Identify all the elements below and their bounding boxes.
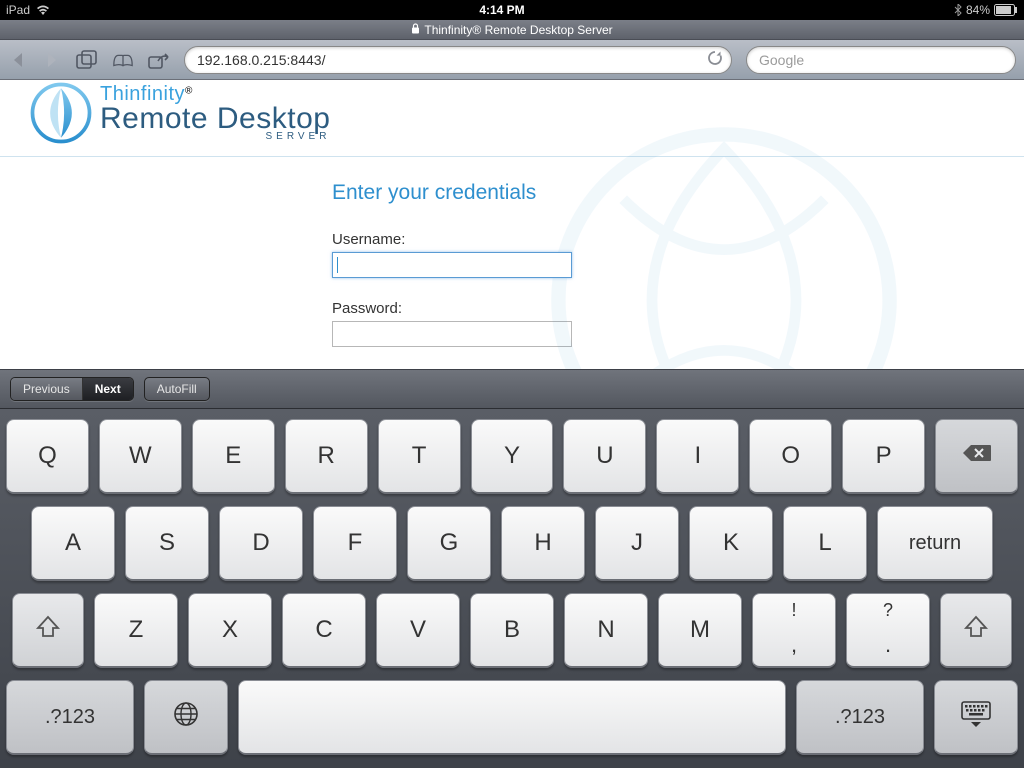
key-r[interactable]: R [285,419,368,494]
username-label: Username: [332,231,1024,248]
ios-status-bar: iPad 4:14 PM 84% [0,0,1024,20]
onscreen-keyboard: Q W E R T Y U I O P A S D F G H J K L re… [0,409,1024,768]
lock-icon [411,23,420,37]
key-numeric-mode-left[interactable]: .?123 [6,680,134,755]
globe-icon [172,700,200,735]
logo-product: Remote Desktop [100,104,330,134]
share-icon[interactable] [148,49,170,71]
key-s[interactable]: S [125,506,209,581]
keyboard-row-2: A S D F G H J K L return [6,506,1018,581]
key-exclaim-label: ! [791,600,796,621]
search-placeholder: Google [759,52,804,68]
key-c[interactable]: C [282,593,366,668]
key-h[interactable]: H [501,506,585,581]
key-return[interactable]: return [877,506,993,581]
pages-icon[interactable] [76,49,98,71]
key-period-label: . [885,632,891,658]
prev-next-segment: Previous Next [10,377,134,401]
password-label: Password: [332,300,1024,317]
shift-icon [963,614,989,647]
login-form: Enter your credentials Username: Passwor… [0,157,1024,347]
browser-toolbar: 192.168.0.215:8443/ Google [0,40,1024,80]
key-x[interactable]: X [188,593,272,668]
key-period[interactable]: ? . [846,593,930,668]
key-z[interactable]: Z [94,593,178,668]
keyboard-accessory-bar: Previous Next AutoFill [0,369,1024,409]
page-title-text: Thinfinity® Remote Desktop Server [424,23,612,37]
bookmarks-icon[interactable] [112,49,134,71]
key-globe[interactable] [144,680,228,755]
key-l[interactable]: L [783,506,867,581]
battery-icon [994,4,1018,16]
previous-button[interactable]: Previous [11,378,83,400]
autofill-button[interactable]: AutoFill [144,377,210,401]
reload-icon[interactable] [707,50,723,69]
key-question-label: ? [883,600,893,621]
key-shift-right[interactable] [940,593,1012,668]
key-q[interactable]: Q [6,419,89,494]
key-comma[interactable]: ! , [752,593,836,668]
keyboard-row-1: Q W E R T Y U I O P [6,419,1018,494]
key-comma-label: , [791,632,797,658]
key-u[interactable]: U [563,419,646,494]
back-button[interactable] [8,50,28,70]
key-f[interactable]: F [313,506,397,581]
key-hide-keyboard[interactable] [934,680,1018,755]
forward-button[interactable] [42,50,62,70]
key-b[interactable]: B [470,593,554,668]
login-heading: Enter your credentials [332,181,1024,205]
username-input[interactable] [332,252,572,278]
key-e[interactable]: E [192,419,275,494]
battery-percent: 84% [966,3,990,17]
key-a[interactable]: A [31,506,115,581]
keyboard-row-3: Z X C V B N M ! , ? . [6,593,1018,668]
key-t[interactable]: T [378,419,461,494]
wifi-icon [36,4,50,16]
key-n[interactable]: N [564,593,648,668]
key-m[interactable]: M [658,593,742,668]
key-d[interactable]: D [219,506,303,581]
logo-registered: ® [185,86,192,97]
bluetooth-icon [954,4,962,16]
key-y[interactable]: Y [471,419,554,494]
key-backspace[interactable] [935,419,1018,494]
url-field[interactable]: 192.168.0.215:8443/ [184,46,732,74]
backspace-icon [962,442,992,470]
keyboard-row-4: .?123 .?123 [6,680,1018,755]
next-button[interactable]: Next [83,378,133,400]
key-shift-left[interactable] [12,593,84,668]
logo-mark-icon [30,82,92,144]
key-g[interactable]: G [407,506,491,581]
key-space[interactable] [238,680,786,755]
key-j[interactable]: J [595,506,679,581]
product-logo: Thinfinity® Remote Desktop SERVER [0,80,1024,152]
key-o[interactable]: O [749,419,832,494]
key-k[interactable]: K [689,506,773,581]
device-label: iPad [6,3,30,17]
shift-icon [35,614,61,647]
key-w[interactable]: W [99,419,182,494]
search-field[interactable]: Google [746,46,1016,74]
key-v[interactable]: V [376,593,460,668]
hide-keyboard-icon [960,700,992,735]
key-i[interactable]: I [656,419,739,494]
status-time: 4:14 PM [50,3,954,17]
password-input[interactable] [332,321,572,347]
page-title-bar: Thinfinity® Remote Desktop Server [0,20,1024,40]
key-p[interactable]: P [842,419,925,494]
url-text: 192.168.0.215:8443/ [197,52,707,68]
web-content: Thinfinity® Remote Desktop SERVER Enter … [0,80,1024,369]
key-numeric-mode-right[interactable]: .?123 [796,680,924,755]
